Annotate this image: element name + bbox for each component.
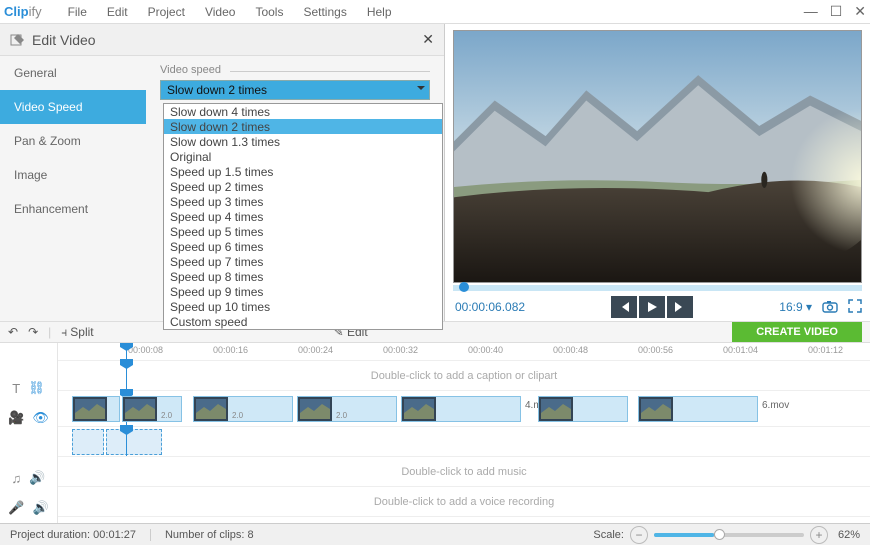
video-track[interactable]: 2.02.02.mov2.03.mp4.mov6.mov xyxy=(58,391,870,427)
speed-option[interactable]: Speed up 8 times xyxy=(164,269,442,284)
maximize-icon[interactable]: ☐ xyxy=(830,3,843,20)
split-button[interactable]: ⫞ Split xyxy=(61,325,93,340)
video-clip[interactable] xyxy=(401,396,521,422)
chevron-down-icon xyxy=(417,86,425,94)
playhead[interactable] xyxy=(126,343,127,360)
link-icon[interactable]: ⛓ xyxy=(28,380,45,396)
visibility-icon[interactable]: 👁 xyxy=(32,410,49,426)
next-button[interactable] xyxy=(667,296,693,318)
main-menu: File Edit Project Video Tools Settings H… xyxy=(58,2,402,22)
menu-edit[interactable]: Edit xyxy=(97,2,138,22)
speed-option[interactable]: Speed up 1.5 times xyxy=(164,164,442,179)
zoom-out-button[interactable]: − xyxy=(630,526,648,544)
menu-help[interactable]: Help xyxy=(357,2,402,22)
speed-option[interactable]: Slow down 1.3 times xyxy=(164,134,442,149)
mic-track-icon[interactable]: 🎤 xyxy=(8,500,24,516)
video-clip[interactable] xyxy=(72,396,120,422)
play-button[interactable] xyxy=(639,296,665,318)
panel-close-icon[interactable]: ✕ xyxy=(422,31,434,48)
scale-label: Scale: xyxy=(593,529,624,541)
edit-sidebar: General Video Speed Pan & Zoom Image Enh… xyxy=(0,56,146,321)
prev-button[interactable] xyxy=(611,296,637,318)
video-track-icon[interactable]: 🎥 xyxy=(8,410,24,426)
mic-mute-icon[interactable]: 🔊 xyxy=(33,500,49,516)
aspect-ratio-label[interactable]: 16:9 ▾ xyxy=(779,300,812,314)
create-video-button[interactable]: CREATE VIDEO xyxy=(732,322,862,342)
camera-icon[interactable] xyxy=(822,299,838,316)
music-mute-icon[interactable]: 🔊 xyxy=(29,470,45,486)
edit-video-panel: Edit Video ✕ General Video Speed Pan & Z… xyxy=(0,24,445,321)
sidebar-item-pan-zoom[interactable]: Pan & Zoom xyxy=(0,124,146,158)
speed-option[interactable]: Original xyxy=(164,149,442,164)
speed-dropdown: Slow down 4 times Slow down 2 times Slow… xyxy=(163,103,443,330)
undo-icon[interactable]: ↶ xyxy=(8,325,18,339)
app-logo: Clipify xyxy=(4,4,42,19)
speed-option[interactable]: Speed up 9 times xyxy=(164,284,442,299)
selection-track[interactable] xyxy=(58,427,870,457)
speed-combobox[interactable]: Slow down 2 times xyxy=(160,80,430,100)
video-clip[interactable]: 2.0 xyxy=(193,396,293,422)
text-track-icon[interactable]: T xyxy=(12,381,20,396)
speed-option[interactable]: Speed up 7 times xyxy=(164,254,442,269)
status-duration: Project duration: 00:01:27 xyxy=(10,529,151,541)
zoom-in-button[interactable]: + xyxy=(810,526,828,544)
music-track-icon[interactable]: ♫ xyxy=(12,471,22,486)
timeline-ruler[interactable]: 00:00:08 00:00:16 00:00:24 00:00:32 00:0… xyxy=(58,343,870,361)
speed-option[interactable]: Speed up 10 times xyxy=(164,299,442,314)
fullscreen-icon[interactable] xyxy=(848,299,862,316)
menu-file[interactable]: File xyxy=(58,2,97,22)
redo-icon[interactable]: ↷ xyxy=(28,325,38,339)
status-clips: Number of clips: 8 xyxy=(165,529,268,541)
preview-scrubber[interactable] xyxy=(453,285,862,291)
menu-tools[interactable]: Tools xyxy=(245,2,293,22)
video-clip[interactable] xyxy=(638,396,758,422)
menu-project[interactable]: Project xyxy=(138,2,195,22)
speed-option[interactable]: Custom speed xyxy=(164,314,442,329)
menu-video[interactable]: Video xyxy=(195,2,245,22)
speed-option[interactable]: Slow down 2 times xyxy=(164,119,442,134)
sidebar-item-general[interactable]: General xyxy=(0,56,146,90)
speed-option[interactable]: Speed up 6 times xyxy=(164,239,442,254)
speed-option[interactable]: Speed up 4 times xyxy=(164,209,442,224)
minimize-icon[interactable]: — xyxy=(804,3,818,20)
group-label: Video speed xyxy=(160,64,221,76)
sidebar-item-enhancement[interactable]: Enhancement xyxy=(0,192,146,226)
speed-option[interactable]: Speed up 2 times xyxy=(164,179,442,194)
video-clip[interactable]: 2.0 xyxy=(297,396,397,422)
caption-track[interactable]: Double-click to add a caption or clipart xyxy=(58,361,870,391)
video-clip[interactable]: 2.0 xyxy=(122,396,182,422)
sidebar-item-image[interactable]: Image xyxy=(0,158,146,192)
music-track[interactable]: Double-click to add music xyxy=(58,457,870,487)
voice-track[interactable]: Double-click to add a voice recording xyxy=(58,487,870,517)
speed-option[interactable]: Speed up 5 times xyxy=(164,224,442,239)
selected-range[interactable] xyxy=(72,429,104,455)
edit-icon xyxy=(10,32,26,48)
preview-viewport[interactable] xyxy=(453,30,862,283)
close-icon[interactable]: ✕ xyxy=(854,3,866,20)
preview-timecode: 00:00:06.082 xyxy=(455,300,525,314)
video-clip[interactable] xyxy=(538,396,628,422)
selected-range[interactable] xyxy=(106,429,162,455)
speed-option[interactable]: Slow down 4 times xyxy=(164,104,442,119)
speed-option[interactable]: Speed up 3 times xyxy=(164,194,442,209)
menu-settings[interactable]: Settings xyxy=(293,2,356,22)
panel-title: Edit Video xyxy=(32,32,96,48)
zoom-slider[interactable] xyxy=(654,533,804,537)
zoom-percent: 62% xyxy=(838,529,860,541)
sidebar-item-video-speed[interactable]: Video Speed xyxy=(0,90,146,124)
